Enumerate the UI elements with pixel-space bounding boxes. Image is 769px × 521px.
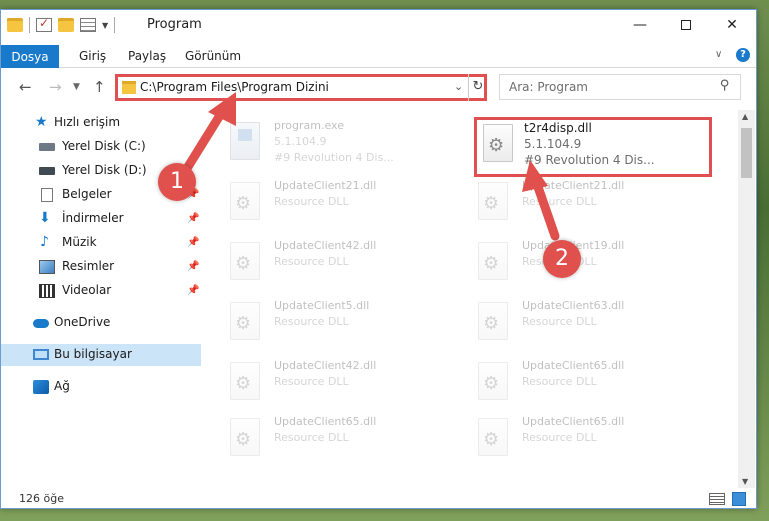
step-2-badge: 2 — [543, 240, 581, 278]
annotation-arrows — [181, 92, 560, 241]
arrow-1 — [181, 92, 236, 175]
step-1-badge: 1 — [158, 163, 196, 201]
arrow-2 — [522, 160, 560, 241]
